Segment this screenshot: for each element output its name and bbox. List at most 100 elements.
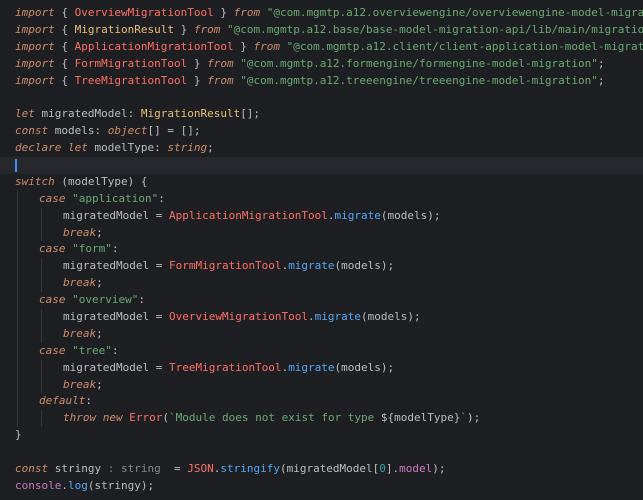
code-token: break [63, 225, 97, 239]
code-token: "@com.mgmtp.a12.base/base-model-migratio… [226, 22, 643, 36]
code-line[interactable]: import { OverviewMigrationTool } from "@… [0, 5, 643, 22]
code-line[interactable]: const models: object[] = []; [0, 123, 643, 140]
code-token: : string [101, 462, 168, 476]
code-token: { [54, 39, 75, 53]
code-token: migrate [314, 310, 362, 324]
code-line[interactable]: } [0, 427, 643, 444]
code-token: import [15, 22, 55, 36]
code-token: throw [63, 411, 97, 425]
code-line[interactable]: import { TreeMigrationTool } from "@com.… [0, 73, 643, 90]
code-token: ; [96, 225, 103, 239]
code-token: : [85, 394, 92, 408]
code-line[interactable]: import { ApplicationMigrationTool } from… [0, 39, 643, 56]
code-line[interactable]: switch (modelType) { [0, 174, 643, 191]
code-token: let [67, 141, 88, 155]
code-line[interactable]: case "overview": [0, 292, 643, 310]
code-token: import [15, 56, 55, 70]
code-line[interactable]: migratedModel = FormMigrationTool.migrat… [0, 258, 643, 276]
code-token: model [399, 462, 433, 476]
code-token: } [187, 56, 208, 70]
code-line[interactable]: throw new Error(`Module does not exist f… [0, 410, 643, 428]
code-token: "form" [72, 242, 112, 256]
code-token: from [207, 56, 234, 70]
code-line[interactable]: import { MigrationResult } from "@com.mg… [0, 22, 643, 39]
code-token: JSON [187, 462, 214, 476]
code-token: const [15, 462, 49, 476]
code-line[interactable]: migratedModel = OverviewMigrationTool.mi… [0, 309, 643, 326]
code-line[interactable]: case "form": [0, 241, 643, 259]
code-token: ; [96, 377, 103, 391]
code-line[interactable]: console.log(stringy); [0, 478, 643, 495]
code-token: ); [467, 411, 481, 425]
code-line[interactable]: break; [0, 325, 643, 343]
code-token: ; [96, 276, 103, 290]
code-line[interactable]: break; [0, 224, 643, 242]
code-line[interactable]: case "tree": [0, 342, 643, 360]
code-line[interactable]: import { FormMigrationTool } from "@com.… [0, 56, 643, 73]
code-token: OverviewMigrationTool [168, 310, 309, 324]
code-token: (stringy); [87, 478, 155, 492]
code-token: migratedModel: [34, 107, 141, 121]
indent-guide [41, 224, 42, 242]
indent-guide [17, 393, 18, 411]
indent-guide [17, 376, 18, 394]
code-token: ]. [385, 462, 400, 476]
code-token: import [15, 39, 55, 53]
code-token: } [213, 6, 234, 19]
code-token: "@com.mgmtp.a12.client/client-applicatio… [286, 39, 643, 53]
code-token: migrate [288, 360, 335, 374]
code-token: OverviewMigrationTool [74, 6, 214, 19]
code-token: models: [48, 124, 108, 138]
code-line[interactable] [0, 157, 643, 174]
code-token: FormMigrationTool [74, 56, 188, 70]
code-line[interactable]: case "application": [0, 190, 643, 208]
code-line[interactable] [0, 89, 643, 106]
code-token: ${modelType} [380, 411, 461, 425]
indent-guide [41, 207, 42, 225]
code-token: ); [432, 462, 446, 476]
code-line[interactable]: break; [0, 376, 643, 394]
code-line[interactable]: break; [0, 275, 643, 293]
code-token: migratedModel = [63, 360, 169, 374]
code-token: (models); [380, 208, 441, 222]
code-token: [] = []; [147, 124, 201, 138]
code-token: import [15, 73, 55, 87]
code-line[interactable]: migratedModel = TreeMigrationTool.migrat… [0, 359, 643, 377]
code-token: FormMigrationTool [168, 259, 282, 273]
code-token: case [39, 191, 66, 205]
indent-guide [17, 224, 18, 242]
code-token: Error [129, 411, 163, 425]
code-editor[interactable]: import { OverviewMigrationTool } from "@… [0, 0, 643, 500]
code-line[interactable]: declare let modelType: string; [0, 140, 643, 157]
code-token: string [167, 141, 208, 155]
code-token: case [39, 293, 66, 307]
code-token: object [107, 124, 148, 138]
code-line[interactable] [0, 444, 643, 461]
code-token: "@com.mgmtp.a12.overviewengine/overviewe… [266, 6, 643, 19]
code-token: case [39, 343, 66, 357]
indent-guide [41, 325, 42, 343]
code-line[interactable]: default: [0, 393, 643, 411]
code-token: console [15, 478, 62, 492]
indent-guide [17, 241, 18, 259]
code-token: . [327, 208, 335, 222]
code-token: let [15, 107, 35, 121]
code-token: (models); [334, 360, 395, 374]
code-token: migratedModel = [63, 208, 169, 222]
code-token: } [15, 428, 22, 442]
code-line[interactable]: const stringy : string = JSON.stringify(… [0, 461, 643, 478]
code-line[interactable]: let migratedModel: MigrationResult[]; [0, 106, 643, 123]
code-token: "application" [72, 191, 159, 205]
code-token: 0 [379, 462, 386, 476]
indent-guide [17, 275, 18, 293]
code-token: case [39, 242, 66, 256]
indent-guide [17, 309, 18, 326]
code-token: { [54, 56, 75, 70]
code-token: migratedModel = [63, 259, 169, 273]
code-token: `Module does not exist for type [169, 411, 381, 425]
code-token: from [193, 22, 221, 36]
indent-guide [17, 410, 18, 428]
code-line[interactable]: migratedModel = ApplicationMigrationTool… [0, 207, 643, 225]
